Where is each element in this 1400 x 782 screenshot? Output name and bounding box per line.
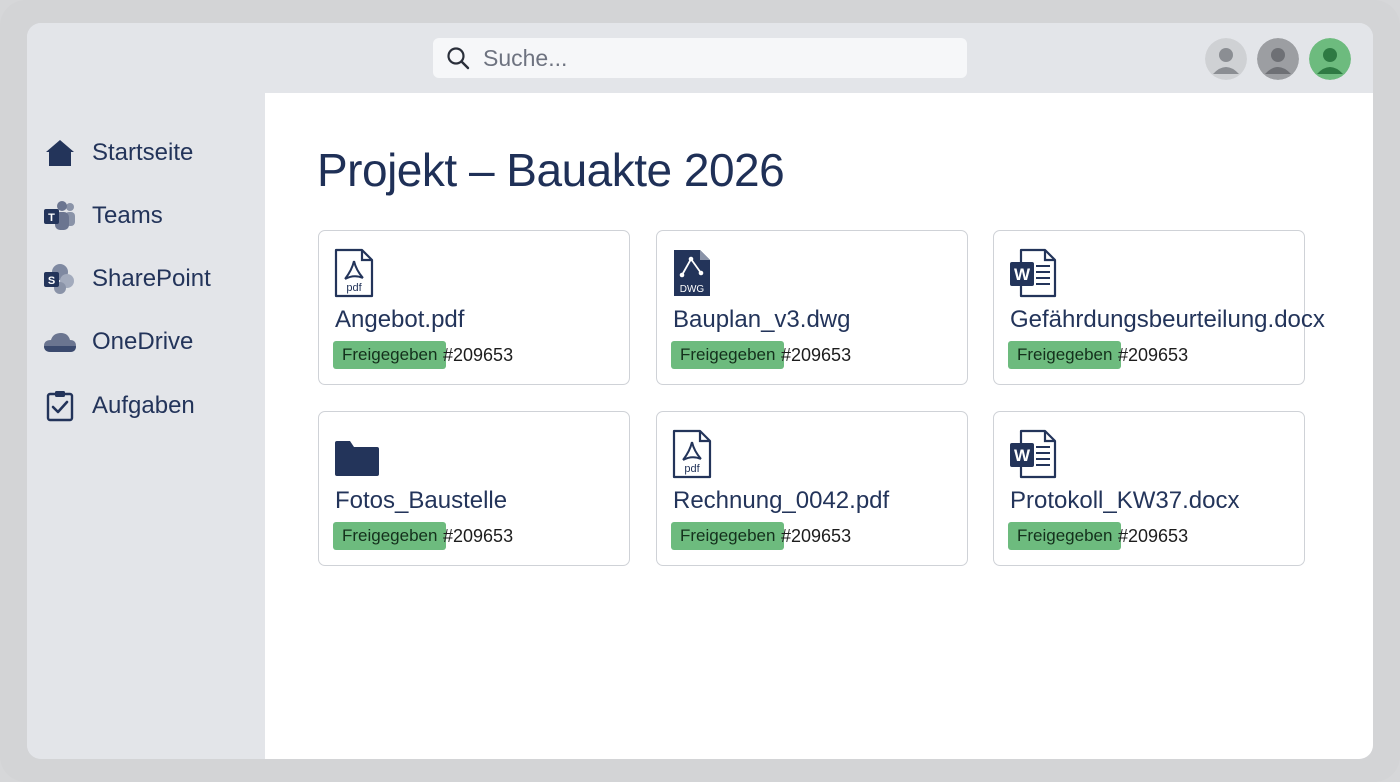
user-icon <box>1205 38 1247 80</box>
home-icon <box>46 140 74 166</box>
svg-text:DWG: DWG <box>680 284 705 295</box>
file-name: Gefährdungsbeurteilung.docx <box>1010 306 1325 333</box>
file-id: #209653 <box>781 526 852 546</box>
sidebar-item-label: Teams <box>92 202 163 229</box>
word-file-icon: W <box>1010 248 1057 298</box>
file-card[interactable]: pdf Rechnung_0042.pdf Freigegeben #20965… <box>656 411 968 566</box>
sidebar-item-aufgaben[interactable]: Aufgaben <box>43 386 253 426</box>
pdf-file-icon: pdf <box>672 429 712 479</box>
pdf-file-icon: pdf <box>334 248 374 298</box>
svg-text:W: W <box>1014 446 1031 465</box>
svg-text:T: T <box>48 212 55 224</box>
status-badge: Freigegeben <box>1008 522 1122 550</box>
sidebar-item-label: Startseite <box>92 139 194 166</box>
sidebar-item-sharepoint[interactable]: S SharePoint <box>43 259 253 299</box>
svg-text:S: S <box>48 275 55 287</box>
word-file-icon: W <box>1010 429 1057 479</box>
teams-icon: T <box>44 201 75 230</box>
file-card[interactable]: DWG Bauplan_v3.dwg Freigegeben #209653 <box>656 230 968 385</box>
file-card[interactable]: W Protokoll_KW37.docx Freigegeben #20965… <box>993 411 1305 566</box>
search-box[interactable] <box>433 38 967 78</box>
file-name: Rechnung_0042.pdf <box>673 487 890 514</box>
file-name: Bauplan_v3.dwg <box>673 306 851 333</box>
sidebar-item-startseite[interactable]: Startseite <box>43 133 253 173</box>
avatar-group <box>1205 38 1351 80</box>
status-badge: Freigegeben <box>333 341 447 369</box>
sidebar-item-label: Aufgaben <box>92 392 195 419</box>
sidebar: Startseite T Teams S SharePoint OneDrive… <box>27 93 265 759</box>
svg-text:W: W <box>1014 265 1031 284</box>
dwg-file-icon: DWG <box>674 250 710 296</box>
avatar[interactable] <box>1257 38 1299 80</box>
file-name: Angebot.pdf <box>335 306 465 333</box>
avatar[interactable] <box>1205 38 1247 80</box>
search-input[interactable] <box>483 44 943 72</box>
app-window: Startseite T Teams <box>27 23 1373 759</box>
file-id: #209653 <box>443 345 514 365</box>
avatar-active[interactable] <box>1309 38 1351 80</box>
main-content: Projekt – Bauakte 2026 pdf Angebot.pdf F… <box>265 93 1373 759</box>
tasks-icon <box>46 391 74 422</box>
sidebar-item-label: SharePoint <box>92 265 211 292</box>
sharepoint-icon: S <box>44 264 74 294</box>
sidebar-item-onedrive[interactable]: OneDrive <box>43 322 253 362</box>
user-icon <box>1309 38 1351 80</box>
svg-text:pdf: pdf <box>684 463 700 475</box>
file-name: Protokoll_KW37.docx <box>1010 487 1240 514</box>
search-icon <box>447 47 470 70</box>
file-card[interactable]: W Gefährdungsbeurteilung.docx Freigegebe… <box>993 230 1325 385</box>
file-id: #209653 <box>1118 526 1189 546</box>
status-badge: Freigegeben <box>671 522 785 550</box>
device-frame: Startseite T Teams <box>0 0 1400 782</box>
folder-icon <box>335 441 379 476</box>
page-title: Projekt – Bauakte 2026 <box>317 144 785 196</box>
file-card[interactable]: Fotos_Baustelle Freigegeben #209653 <box>318 411 630 566</box>
status-badge: Freigegeben <box>671 341 785 369</box>
user-icon <box>1257 38 1299 80</box>
onedrive-icon <box>44 333 76 352</box>
sidebar-item-label: OneDrive <box>92 328 194 355</box>
file-id: #209653 <box>443 526 514 546</box>
status-badge: Freigegeben <box>1008 341 1122 369</box>
svg-text:pdf: pdf <box>346 282 362 294</box>
top-bar <box>27 23 1373 93</box>
status-badge: Freigegeben <box>333 522 447 550</box>
file-id: #209653 <box>781 345 852 365</box>
file-card[interactable]: pdf Angebot.pdf Freigegeben #209653 <box>318 230 630 385</box>
file-name: Fotos_Baustelle <box>335 487 508 514</box>
sidebar-item-teams[interactable]: T Teams <box>43 196 253 236</box>
file-id: #209653 <box>1118 345 1189 365</box>
